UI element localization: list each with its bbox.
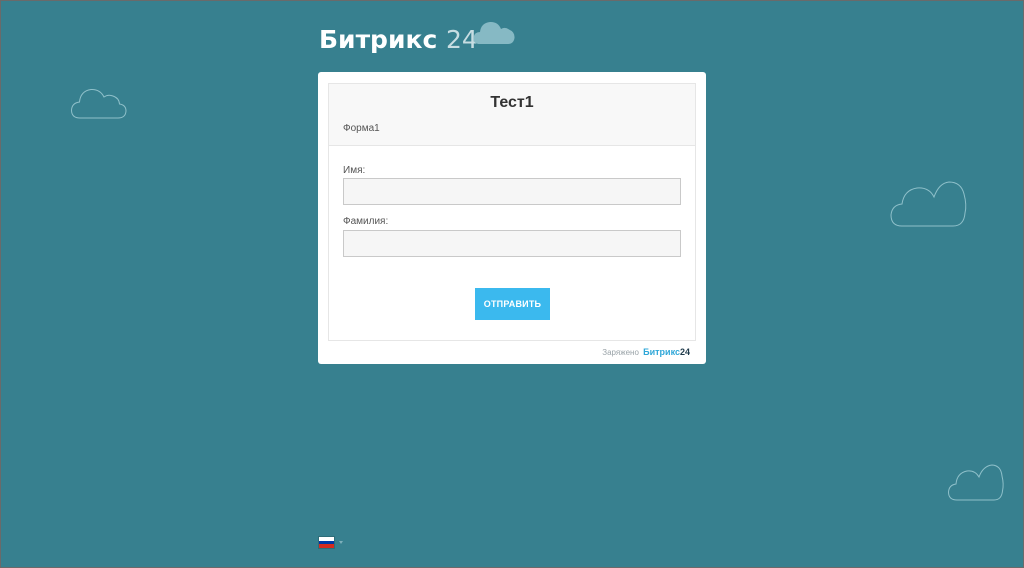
cloud-icon [947, 464, 1004, 501]
form-title: Тест1 [490, 94, 534, 111]
russia-flag-icon [319, 537, 334, 549]
bitrix24-logo[interactable]: Битрикс 24 [319, 24, 478, 56]
cloud-icon [890, 181, 967, 227]
form-subtitle: Форма1 [343, 123, 380, 134]
powered-by-brand[interactable]: Битрикс [643, 347, 680, 357]
first-name-input[interactable] [343, 178, 681, 205]
form-container: Тест1 Форма1 Имя: Фамилия: ОТПРАВИТЬ [328, 83, 696, 341]
powered-by-brand-number: 24 [679, 347, 690, 357]
powered-by: Заряжено Битрикс24 [602, 347, 690, 357]
chevron-down-icon [339, 541, 343, 544]
first-name-label: Имя: [343, 165, 366, 176]
logo-name: Битрикс [319, 25, 438, 54]
powered-by-text: Заряжено [602, 348, 639, 357]
last-name-input[interactable] [343, 230, 681, 257]
form-card: Тест1 Форма1 Имя: Фамилия: ОТПРАВИТЬ Зар… [318, 72, 706, 364]
last-name-label: Фамилия: [343, 216, 389, 227]
form-header: Тест1 Форма1 [329, 84, 695, 146]
submit-button[interactable]: ОТПРАВИТЬ [475, 288, 550, 320]
language-selector[interactable] [319, 537, 343, 549]
cloud-icon [70, 88, 127, 119]
cloud-icon [473, 21, 515, 44]
